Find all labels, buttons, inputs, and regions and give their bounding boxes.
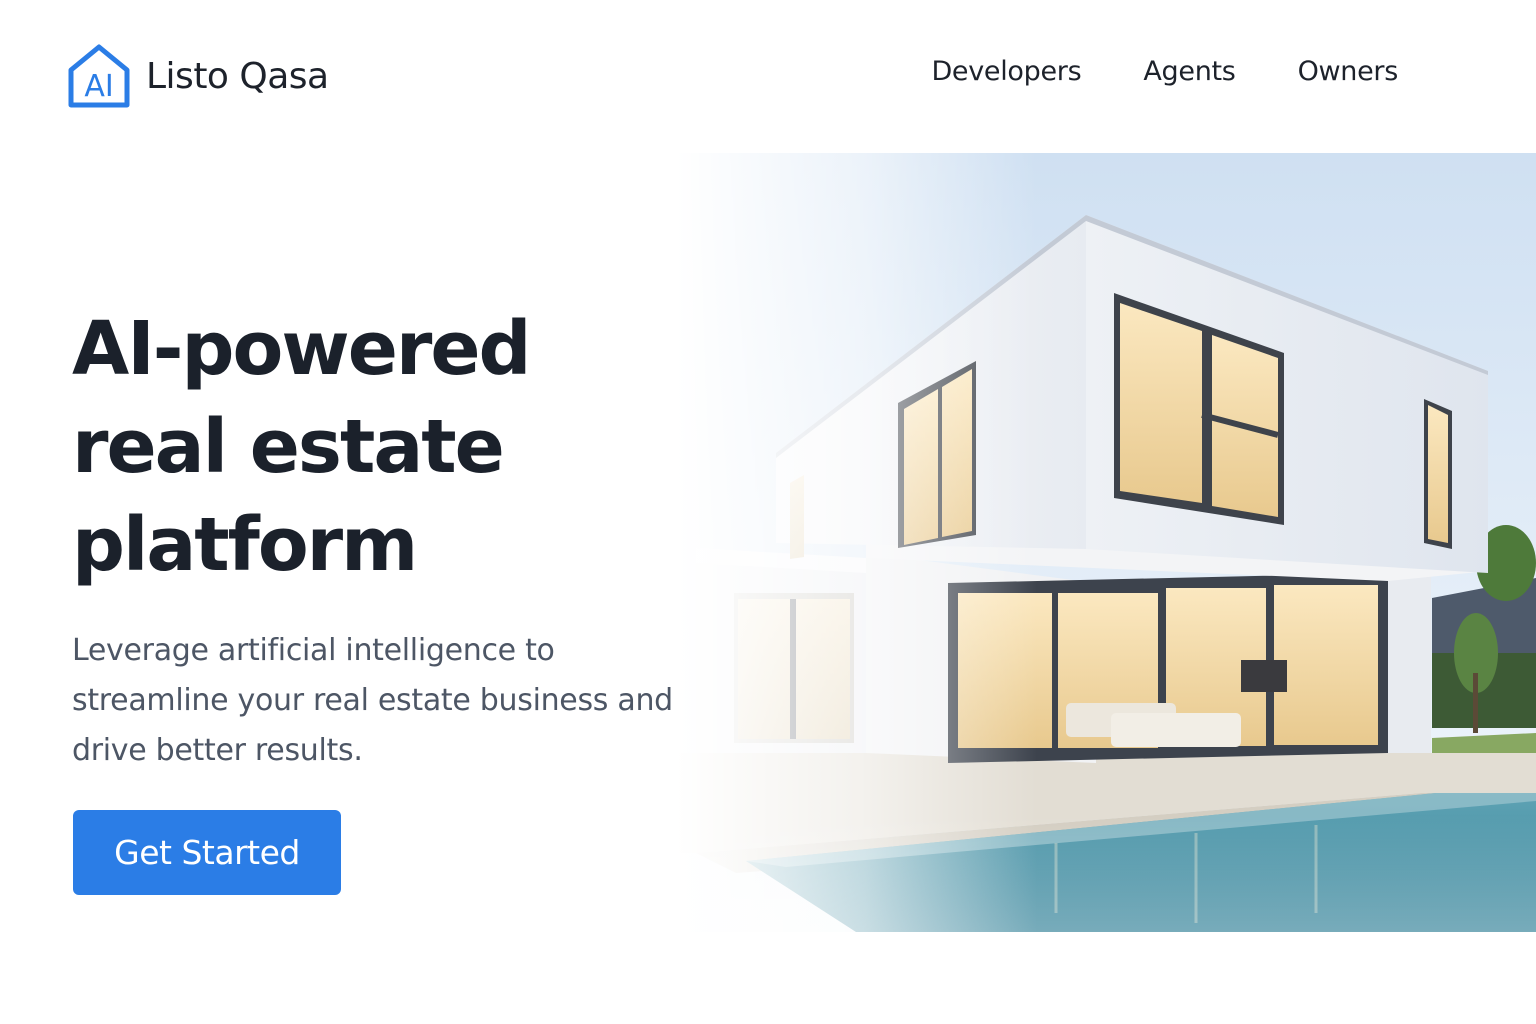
hero-subtitle: Leverage artificial intelligence to stre…	[72, 633, 673, 768]
site-header: AI Listo Qasa Developers Agents Owners	[0, 0, 1536, 150]
headline-line-2: real estate	[72, 404, 505, 490]
main-nav: Developers Agents Owners	[931, 56, 1398, 87]
hero-house-image	[676, 153, 1536, 932]
brand-logo[interactable]: AI Listo Qasa	[66, 42, 329, 110]
headline-line-1: AI-powered	[72, 306, 532, 392]
get-started-button[interactable]: Get Started	[73, 810, 341, 895]
headline-line-3: platform	[72, 502, 418, 588]
house-ai-logo-icon: AI	[68, 44, 130, 108]
nav-link-owners[interactable]: Owners	[1298, 56, 1399, 87]
hero-headline: AI-powered real estate platform	[72, 300, 692, 594]
nav-link-developers[interactable]: Developers	[931, 56, 1081, 87]
nav-link-agents[interactable]: Agents	[1143, 56, 1235, 87]
brand-name: Listo Qasa	[146, 55, 329, 97]
hero-text: AI-powered real estate platform Leverage…	[72, 300, 692, 776]
logo-mark-text: AI	[84, 69, 113, 104]
